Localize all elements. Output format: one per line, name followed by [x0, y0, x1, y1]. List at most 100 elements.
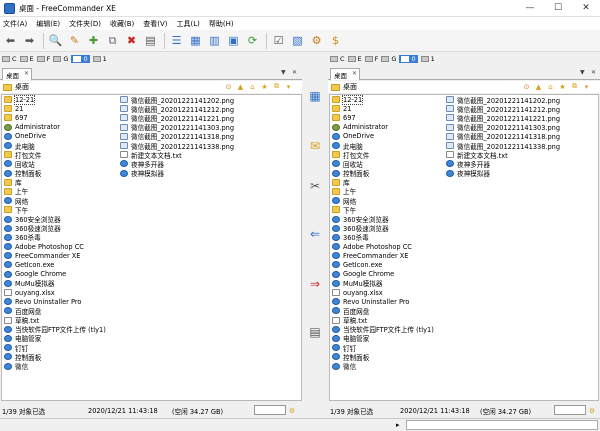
- list-item[interactable]: 12-21: [4, 95, 119, 105]
- drive-1[interactable]: 1: [420, 55, 435, 63]
- right-filter-box[interactable]: [554, 405, 586, 415]
- tab-menu-icon[interactable]: ▼: [580, 69, 585, 76]
- history-icon[interactable]: ⊙: [522, 82, 531, 91]
- list-item[interactable]: 697: [4, 113, 119, 122]
- home-icon[interactable]: ⌂: [248, 82, 257, 91]
- list-item[interactable]: 360杀毒: [332, 233, 444, 242]
- close-tab-icon[interactable]: ✕: [24, 70, 29, 77]
- list-item[interactable]: Adobe Photoshop CC: [332, 242, 444, 251]
- menu-edit[interactable]: 编辑(E): [36, 19, 60, 29]
- list-item[interactable]: 21: [332, 104, 444, 113]
- layout-icon[interactable]: ▧: [289, 32, 306, 49]
- filter-settings-icon[interactable]: ⚙: [589, 407, 595, 415]
- list-item[interactable]: GetIcon.exe: [4, 260, 119, 269]
- home-icon[interactable]: ⌂: [546, 82, 555, 91]
- drive-g[interactable]: G: [53, 55, 68, 63]
- filter-settings-icon[interactable]: ⚙: [289, 407, 295, 415]
- left-tab-desktop[interactable]: 桌面 ✕: [2, 68, 32, 80]
- drive-f[interactable]: F: [364, 55, 378, 63]
- menu-favorites[interactable]: 收藏(B): [110, 19, 134, 29]
- view-details-icon[interactable]: ☰: [168, 32, 185, 49]
- refresh-icon[interactable]: ⟳: [244, 32, 261, 49]
- list-item[interactable]: FreeCommander XE: [332, 251, 444, 260]
- properties-icon[interactable]: ▤: [142, 32, 159, 49]
- app-icon: [120, 160, 128, 168]
- list-item[interactable]: 夜神模拟器: [446, 169, 596, 178]
- right-path-bar[interactable]: 桌面 ⊙ ▲ ⌂ ★ ⧉ ▾: [328, 81, 600, 93]
- copy-path-icon[interactable]: ⧉: [272, 82, 281, 91]
- list-item[interactable]: ouyang.xlsx: [4, 288, 119, 297]
- right-file-list[interactable]: 12-21 21 697 Administrator OneDrive 此电脑 打包文件 回收…: [329, 94, 599, 401]
- left-path-bar[interactable]: 桌面 ⊙ ▲ ⌂ ★ ⧉ ▾: [0, 81, 302, 93]
- list-item[interactable]: MuMu模拟器: [332, 279, 444, 288]
- drive-e[interactable]: E: [347, 55, 362, 63]
- copy-to-left-icon[interactable]: ⇐: [307, 226, 323, 242]
- list-item[interactable]: 12-21: [332, 95, 444, 105]
- menu-folder[interactable]: 文件夹(D): [69, 19, 101, 29]
- drive-0[interactable]: 0: [399, 55, 418, 63]
- list-item[interactable]: FreeCommander XE: [4, 251, 119, 260]
- settings-icon[interactable]: ⚙: [308, 32, 325, 49]
- view-icons-icon[interactable]: ▥: [206, 32, 223, 49]
- list-item[interactable]: ouyang.xlsx: [332, 288, 444, 297]
- menu-tools[interactable]: 工具(L): [177, 19, 200, 29]
- copy-path-icon[interactable]: ⧉: [570, 82, 579, 91]
- folder-up-icon[interactable]: ▲: [236, 82, 245, 91]
- drive-c[interactable]: C: [2, 55, 17, 63]
- drive-f[interactable]: F: [36, 55, 50, 63]
- left-file-list[interactable]: 12-21 21 697 Administrator OneDrive 此电脑 打包文件 回收…: [1, 94, 302, 401]
- drive-0[interactable]: 0: [71, 55, 90, 63]
- forward-arrow-icon[interactable]: ➡: [21, 32, 38, 49]
- list-item[interactable]: Administrator: [332, 123, 444, 132]
- menu-file[interactable]: 文件(A): [3, 19, 27, 29]
- drive-1[interactable]: 1: [92, 55, 107, 63]
- view-thumbnails-icon[interactable]: ▣: [225, 32, 242, 49]
- list-item[interactable]: 21: [4, 104, 119, 113]
- filter-icon[interactable]: ▾: [284, 82, 293, 91]
- copy-icon[interactable]: ⧉: [104, 32, 121, 49]
- history-icon[interactable]: ⊙: [224, 82, 233, 91]
- list-item[interactable]: 微信: [4, 361, 119, 371]
- list-item[interactable]: 360杀毒: [4, 233, 119, 242]
- search-icon[interactable]: 🔍: [47, 32, 64, 49]
- drive-c[interactable]: C: [330, 55, 345, 63]
- drive-e[interactable]: E: [19, 55, 34, 63]
- document-icon[interactable]: ▤: [307, 324, 323, 340]
- compare-folders-icon[interactable]: ▦: [307, 88, 323, 104]
- delete-icon[interactable]: ✖: [123, 32, 140, 49]
- favorites-icon[interactable]: ★: [260, 82, 269, 91]
- money-icon[interactable]: $: [327, 32, 344, 49]
- tools-icon[interactable]: ✂: [307, 178, 323, 194]
- close-tab-icon[interactable]: ✕: [352, 70, 357, 77]
- tab-close-icon[interactable]: ✕: [292, 69, 297, 76]
- move-to-right-icon[interactable]: ⇒: [307, 276, 323, 292]
- checklist-icon[interactable]: ☑: [270, 32, 287, 49]
- close-button[interactable]: ✕: [572, 0, 600, 17]
- tab-close-icon[interactable]: ✕: [591, 69, 596, 76]
- notes-icon[interactable]: ✉: [307, 138, 323, 154]
- drive-g[interactable]: G: [381, 55, 396, 63]
- folder-up-icon[interactable]: ▲: [534, 82, 543, 91]
- maximize-button[interactable]: ☐: [544, 0, 572, 17]
- edit-file-icon[interactable]: ✎: [66, 32, 83, 49]
- command-input[interactable]: [406, 420, 598, 430]
- back-arrow-icon[interactable]: ⬅: [2, 32, 19, 49]
- list-item[interactable]: Adobe Photoshop CC: [4, 242, 119, 251]
- list-item[interactable]: MuMu模拟器: [4, 279, 119, 288]
- left-filter-box[interactable]: [254, 405, 286, 415]
- list-item[interactable]: GetIcon.exe: [332, 260, 444, 269]
- list-item[interactable]: 697: [332, 113, 444, 122]
- favorites-icon[interactable]: ★: [558, 82, 567, 91]
- menu-view[interactable]: 查看(V): [143, 19, 167, 29]
- new-file-icon[interactable]: ✚: [85, 32, 102, 49]
- menu-help[interactable]: 帮助(H): [209, 19, 234, 29]
- list-item[interactable]: Administrator: [4, 123, 119, 132]
- toolbar: ⬅ ➡ 🔍 ✎ ✚ ⧉ ✖ ▤ ☰ ▦ ▥ ▣ ⟳ ☑ ▧ ⚙ $: [0, 30, 600, 52]
- filter-icon[interactable]: ▾: [582, 82, 591, 91]
- right-tab-desktop[interactable]: 桌面 ✕: [330, 68, 360, 80]
- minimize-button[interactable]: —: [516, 0, 544, 17]
- tab-menu-icon[interactable]: ▼: [281, 69, 286, 76]
- list-item[interactable]: 夜神模拟器: [120, 169, 300, 178]
- list-item[interactable]: 微信: [332, 361, 444, 371]
- view-list-icon[interactable]: ▦: [187, 32, 204, 49]
